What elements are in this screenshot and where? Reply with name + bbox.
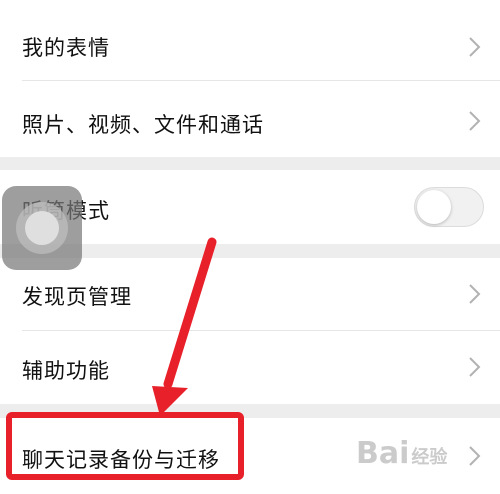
assistive-outer-ring (16, 202, 68, 254)
chevron-right-icon (469, 284, 481, 304)
assistive-touch-button[interactable] (2, 186, 82, 270)
settings-row-media[interactable]: 照片、视频、文件和通话 (0, 81, 500, 157)
assistive-inner-ring (25, 211, 59, 245)
settings-row-discover-management[interactable]: 发现页管理 (0, 258, 500, 330)
watermark: Bai 经验 (356, 436, 447, 471)
annotation-arrow (152, 237, 217, 416)
chevron-right-icon (469, 446, 481, 466)
row-label: 辅助功能 (22, 359, 110, 383)
chevron-right-icon (469, 37, 481, 57)
row-label: 发现页管理 (22, 285, 132, 309)
toggle-knob (417, 190, 451, 224)
row-label: 我的表情 (22, 36, 110, 60)
settings-row-stickers[interactable]: 我的表情 (0, 0, 500, 80)
earpiece-mode-toggle[interactable] (414, 187, 484, 227)
chevron-right-icon (469, 357, 481, 377)
annotation-highlight-box (6, 412, 244, 480)
watermark-text: Bai (356, 436, 410, 471)
row-label: 照片、视频、文件和通话 (22, 113, 264, 137)
chevron-right-icon (469, 111, 481, 131)
watermark-sub: 经验 (411, 447, 448, 468)
settings-row-accessibility[interactable]: 辅助功能 (0, 331, 500, 404)
